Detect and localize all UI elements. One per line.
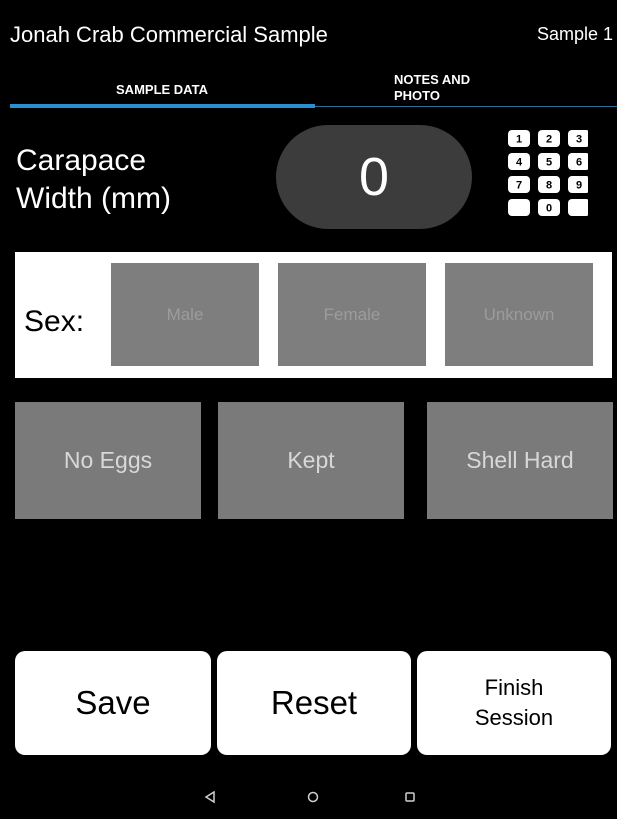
tab-divider bbox=[315, 106, 617, 107]
male-button[interactable]: Male bbox=[111, 263, 259, 366]
tab-notes-label-line1: NOTES AND bbox=[394, 72, 471, 87]
carapace-label-line1: Carapace bbox=[16, 144, 147, 177]
finish-label-line2: Session bbox=[474, 705, 554, 730]
keypad-key bbox=[508, 199, 530, 216]
reset-button[interactable]: Reset bbox=[217, 651, 411, 755]
tab-sample-data-label: SAMPLE DATA bbox=[116, 81, 208, 97]
unknown-button[interactable]: Unknown bbox=[445, 263, 593, 366]
sample-number: Sample 1 bbox=[536, 24, 613, 44]
finish-session-button[interactable]: Finish Session bbox=[417, 651, 611, 755]
finish-label-line1: Finish bbox=[484, 675, 544, 700]
shell-toggle-button[interactable]: Shell Hard bbox=[427, 402, 613, 519]
active-tab-indicator bbox=[10, 104, 315, 108]
carapace-width-label: Carapace Width (mm) bbox=[16, 142, 171, 218]
carapace-width-value[interactable]: 0 bbox=[276, 125, 472, 229]
keypad-key-digit: 6 bbox=[576, 157, 582, 169]
save-button[interactable]: Save bbox=[15, 651, 211, 755]
recent-apps-icon[interactable] bbox=[403, 790, 417, 804]
female-button[interactable]: Female bbox=[278, 263, 426, 366]
keypad-key-digit: 5 bbox=[546, 157, 552, 169]
keypad-key-digit: 0 bbox=[546, 203, 552, 215]
carapace-label-line2: Width (mm) bbox=[16, 182, 171, 215]
eggs-toggle-button[interactable]: No Eggs bbox=[15, 402, 201, 519]
app-title: Jonah Crab Commercial Sample bbox=[10, 22, 328, 47]
tab-notes-label-line2: PHOTO bbox=[394, 88, 440, 103]
keypad-key-digit: 4 bbox=[516, 157, 523, 169]
tab-notes-label: NOTES AND PHOTO bbox=[394, 72, 470, 104]
back-icon[interactable] bbox=[203, 790, 217, 804]
sex-label: Sex: bbox=[24, 305, 85, 338]
finish-session-label: Finish Session bbox=[475, 673, 553, 733]
keypad-key-digit: 9 bbox=[576, 180, 582, 192]
home-icon[interactable] bbox=[306, 790, 320, 804]
tab-sample-data[interactable]: SAMPLE DATA bbox=[10, 74, 314, 104]
kept-toggle-button[interactable]: Kept bbox=[218, 402, 404, 519]
tab-notes-and-photo[interactable]: NOTES AND PHOTO bbox=[394, 68, 594, 108]
keypad-key-digit: 7 bbox=[516, 180, 522, 192]
keypad-key bbox=[568, 199, 588, 216]
keypad-icon[interactable]: 1 2 3 4 5 6 7 8 9 0 bbox=[506, 128, 588, 216]
keypad-key-digit: 3 bbox=[576, 134, 582, 146]
keypad-key-digit: 1 bbox=[516, 134, 522, 146]
keypad-key-digit: 8 bbox=[546, 180, 552, 192]
keypad-key-digit: 2 bbox=[546, 134, 552, 146]
